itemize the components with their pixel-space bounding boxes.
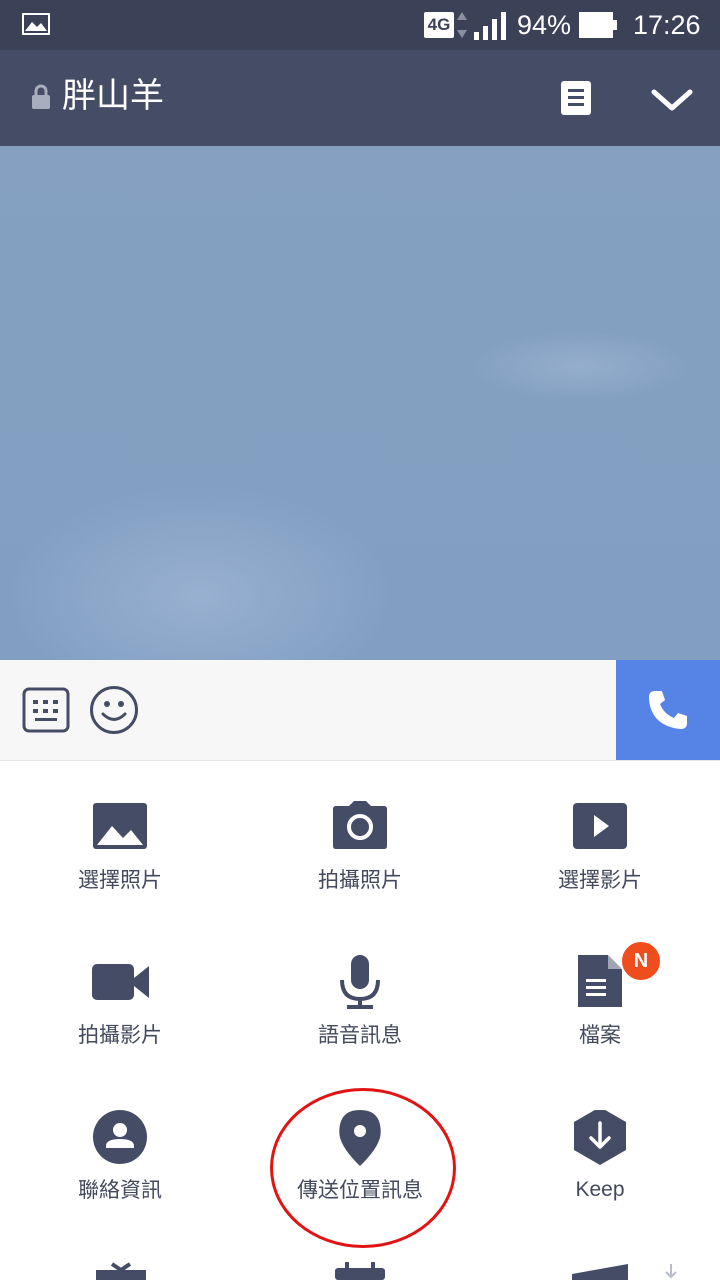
contact-info-item[interactable]: 聯絡資訊 bbox=[0, 1110, 240, 1266]
take-photo-item[interactable]: 拍攝照片 bbox=[240, 800, 480, 956]
chat-background[interactable] bbox=[0, 146, 720, 660]
send-location-item[interactable]: 傳送位置訊息 bbox=[240, 1110, 480, 1266]
chat-title: 胖山羊 bbox=[62, 76, 164, 116]
call-button[interactable] bbox=[616, 660, 720, 760]
menu-label: 傳送位置訊息 bbox=[297, 1178, 423, 1202]
data-arrows-icon bbox=[457, 12, 467, 38]
status-bar: 4G 94% 17:26 bbox=[0, 0, 720, 50]
new-badge: N bbox=[620, 940, 662, 982]
menu-label: 選擇照片 bbox=[78, 868, 162, 892]
microphone-icon bbox=[340, 955, 380, 1009]
video-play-icon bbox=[573, 803, 627, 849]
menu-label: Keep bbox=[575, 1178, 625, 1201]
menu-label: 語音訊息 bbox=[318, 1023, 402, 1047]
phone-icon bbox=[649, 691, 687, 729]
clock: 17:26 bbox=[633, 10, 701, 40]
keyboard-icon[interactable] bbox=[22, 687, 70, 733]
contact-icon bbox=[93, 1110, 147, 1164]
location-pin-icon bbox=[339, 1110, 381, 1166]
emoji-icon[interactable] bbox=[89, 685, 139, 735]
lock-icon bbox=[32, 84, 50, 109]
gift-icon bbox=[94, 1262, 148, 1280]
gallery-icon bbox=[22, 13, 50, 35]
menu-label: 檔案 bbox=[579, 1023, 621, 1047]
menu-label: 聯絡資訊 bbox=[78, 1178, 162, 1202]
select-video-item[interactable]: 選擇影片 bbox=[480, 800, 720, 956]
voice-message-item[interactable]: 語音訊息 bbox=[240, 955, 480, 1111]
video-camera-icon bbox=[92, 964, 149, 1000]
image-icon bbox=[93, 803, 147, 849]
battery-icon bbox=[579, 12, 617, 38]
camera-icon bbox=[333, 801, 387, 849]
file-item[interactable]: 檔案 bbox=[480, 955, 720, 1111]
chevron-down-icon[interactable] bbox=[650, 86, 694, 114]
select-photo-item[interactable]: 選擇照片 bbox=[0, 800, 240, 956]
signal-icon bbox=[474, 12, 506, 40]
record-video-item[interactable]: 拍攝影片 bbox=[0, 955, 240, 1111]
calendar-icon bbox=[333, 1262, 387, 1280]
menu-label: 拍攝照片 bbox=[318, 868, 402, 892]
card-icon bbox=[572, 1262, 682, 1280]
menu-label: 拍攝影片 bbox=[78, 1023, 162, 1047]
keep-item[interactable]: Keep bbox=[480, 1110, 720, 1266]
network-type: 4G bbox=[424, 12, 454, 38]
keep-icon bbox=[574, 1110, 626, 1165]
notes-icon[interactable] bbox=[559, 80, 593, 116]
battery-percent: 94% bbox=[517, 10, 572, 40]
menu-label: 選擇影片 bbox=[558, 868, 642, 892]
